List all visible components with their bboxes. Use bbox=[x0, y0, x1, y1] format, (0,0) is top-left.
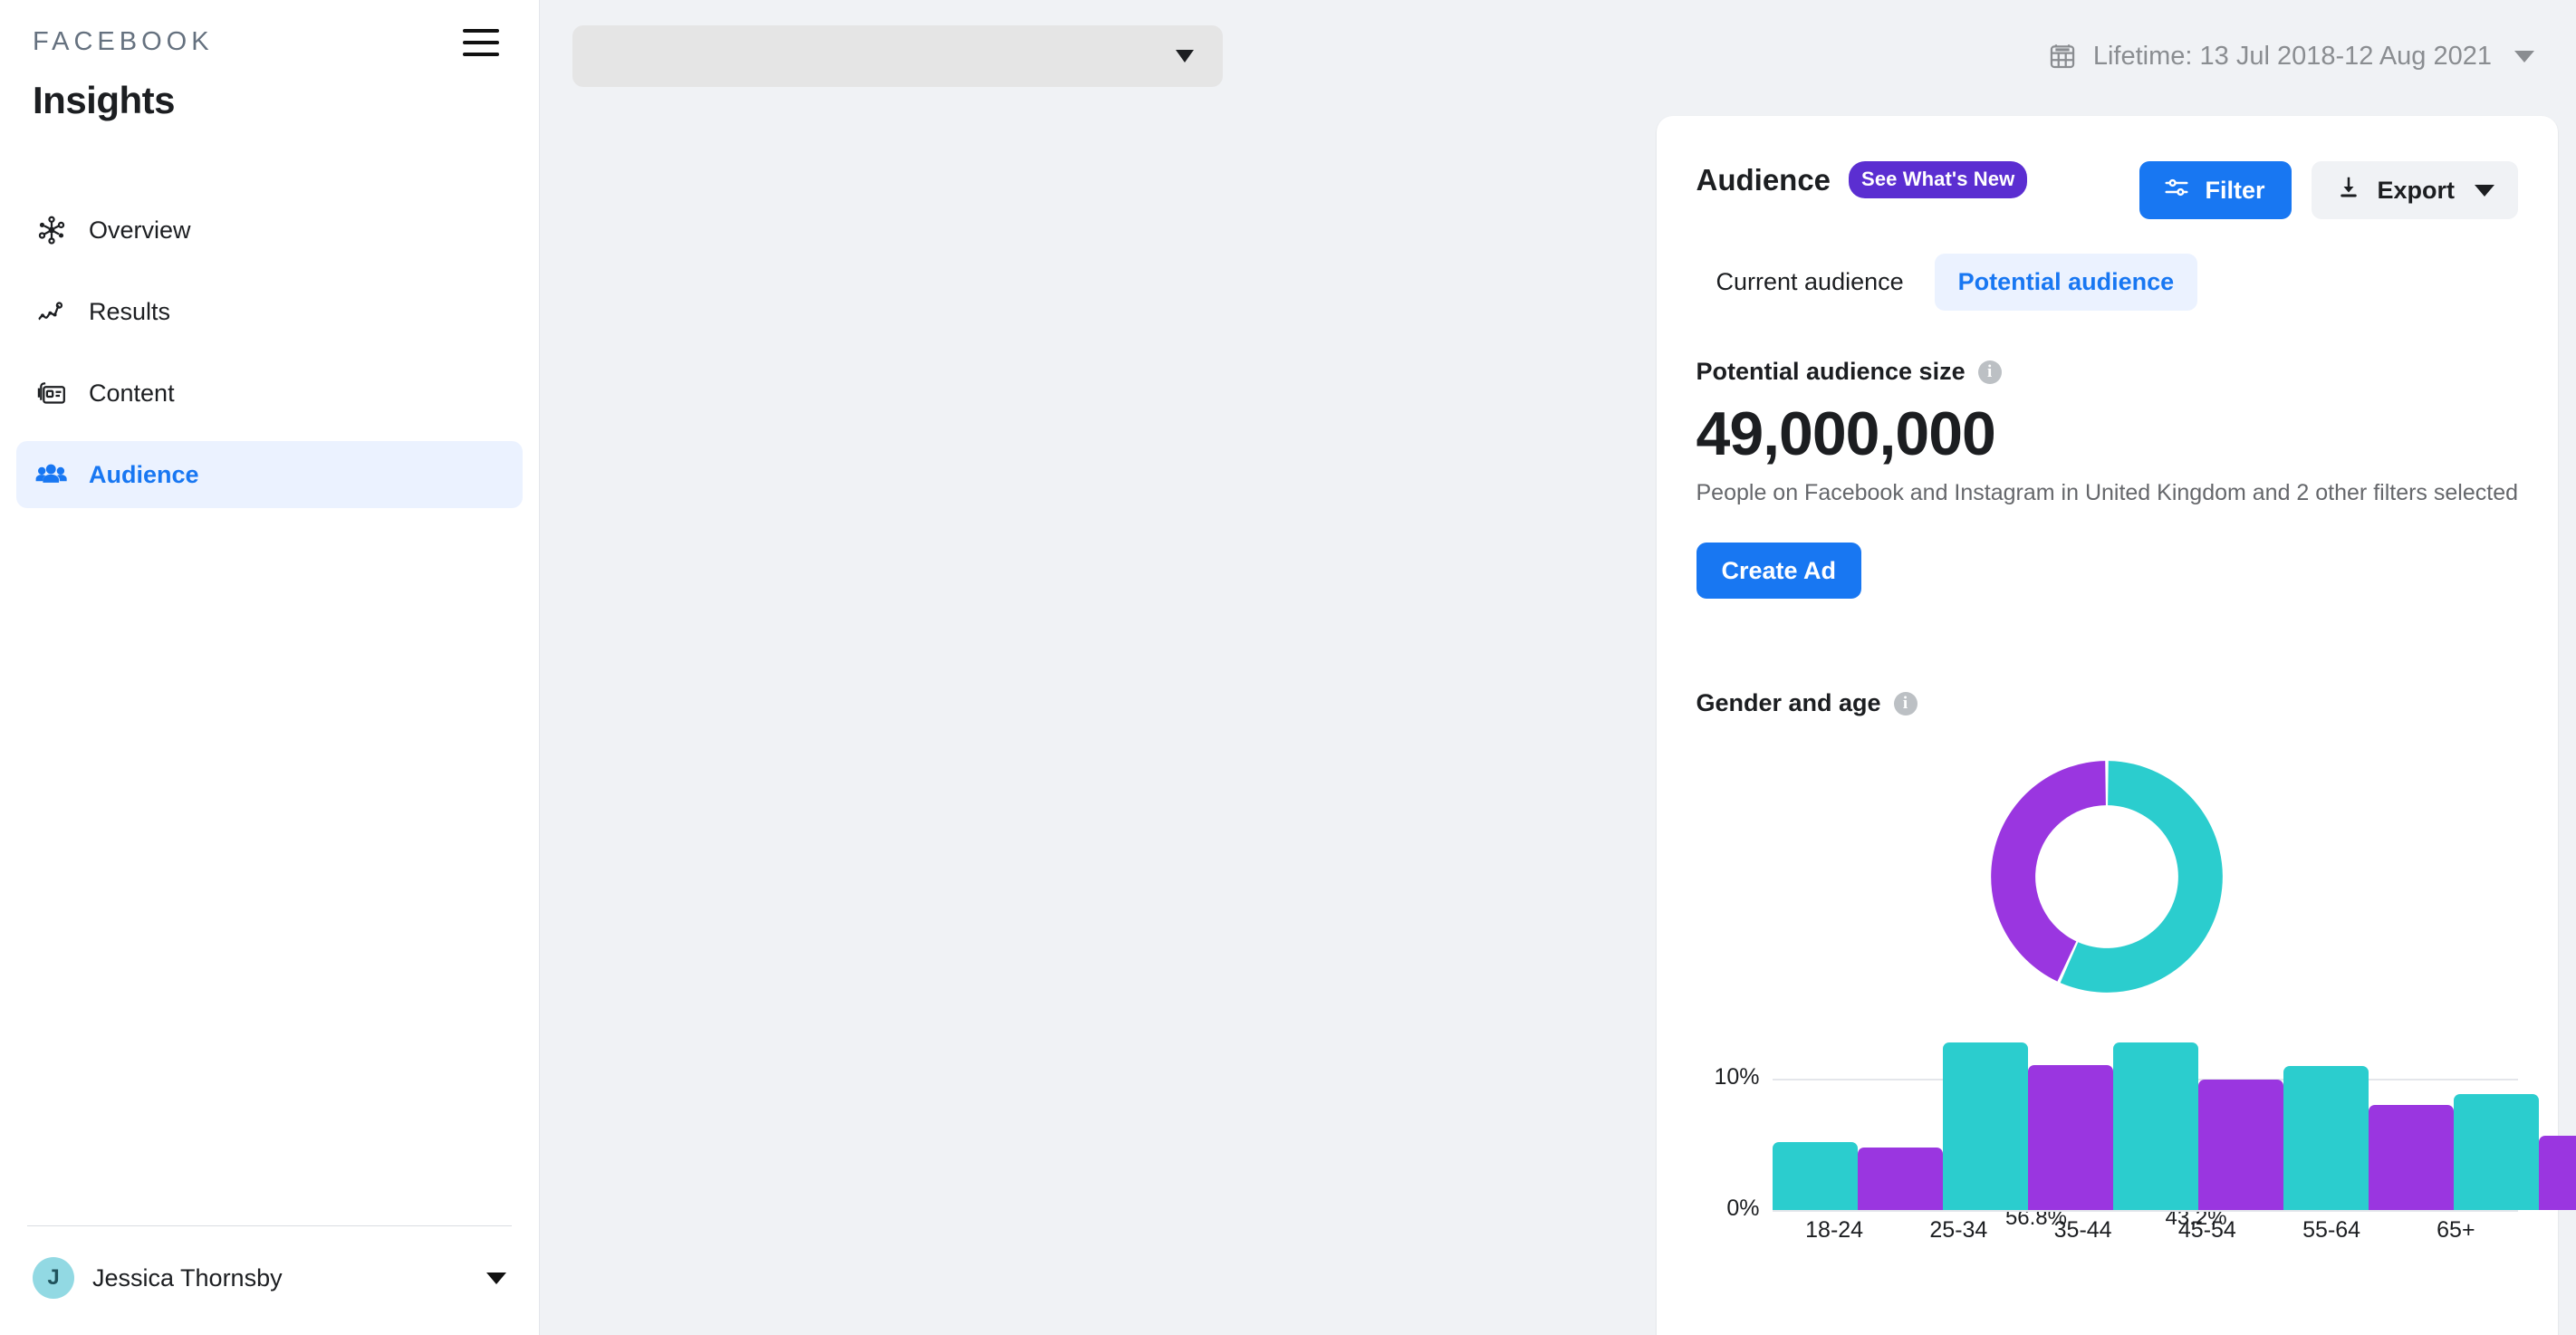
potential-audience-size-section: Potential audience size i 49,000,000 Peo… bbox=[1657, 311, 2559, 599]
chevron-down-icon bbox=[2475, 184, 2494, 197]
info-icon[interactable]: i bbox=[1893, 691, 1918, 716]
line-chart-icon bbox=[34, 294, 69, 329]
gender-and-age-section: Gender and age i 10% 0% 18-24 25-34 35-4… bbox=[1657, 599, 2576, 1243]
export-label: Export bbox=[2377, 176, 2455, 204]
sidebar-brand-row: FACEBOOK bbox=[33, 27, 506, 57]
x-axis-label-45-54: 45-54 bbox=[2177, 1217, 2236, 1243]
calendar-icon bbox=[2047, 41, 2078, 72]
bar-men-45-54[interactable] bbox=[2368, 1104, 2454, 1210]
audience-size-label: Potential audience size bbox=[1696, 358, 1966, 385]
filter-button[interactable]: Filter bbox=[2139, 161, 2292, 219]
bar-women-25-34[interactable] bbox=[1942, 1042, 2028, 1210]
age-bar-chart: 10% 0% 18-24 25-34 35-44 45-54 55-64 65+ bbox=[1697, 1025, 2576, 1243]
x-axis-label-25-34: 25-34 bbox=[1929, 1217, 1988, 1243]
sidebar-nav: Overview Results Content Audience bbox=[0, 197, 539, 523]
card-title: Audience bbox=[1696, 162, 1831, 197]
bar-men-35-44[interactable] bbox=[2197, 1079, 2283, 1210]
sidebar-item-results[interactable]: Results bbox=[16, 278, 523, 345]
bar-group-25-34 bbox=[1942, 1025, 2113, 1210]
info-icon[interactable]: i bbox=[1977, 360, 2002, 384]
y-axis-tick-0: 0% bbox=[1726, 1196, 1760, 1221]
cards-icon bbox=[34, 376, 69, 410]
people-icon bbox=[34, 457, 69, 492]
page-select-dropdown[interactable] bbox=[572, 25, 1223, 87]
bar-men-55-64[interactable] bbox=[2538, 1135, 2576, 1210]
tab-potential-audience[interactable]: Potential audience bbox=[1934, 254, 2198, 311]
bar-men-18-24[interactable] bbox=[1857, 1147, 1943, 1210]
x-axis-label-65+: 65+ bbox=[2437, 1217, 2475, 1243]
gender-age-label: Gender and age bbox=[1696, 689, 1881, 716]
filter-icon bbox=[2163, 174, 2190, 207]
gender-age-charts: 10% 0% 18-24 25-34 35-44 45-54 55-64 65+ bbox=[1697, 754, 2576, 1243]
gender-donut-chart bbox=[1697, 754, 2519, 1000]
topbar: Lifetime: 13 Jul 2018-12 Aug 2021 bbox=[540, 0, 2576, 112]
audience-card: Audience See What's New Filter Export Cu… bbox=[1656, 116, 2576, 1335]
card-header-actions: Filter Export bbox=[2139, 161, 2518, 219]
bar-group-55-64 bbox=[2453, 1025, 2576, 1210]
sidebar-item-audience[interactable]: Audience bbox=[16, 441, 523, 508]
app-root: FACEBOOK Insights Overview Results Conte… bbox=[0, 0, 2576, 1335]
audience-size-value: 49,000,000 bbox=[1696, 399, 1996, 468]
date-range-label: Lifetime: 13 Jul 2018-12 Aug 2021 bbox=[2092, 41, 2492, 71]
bar-men-25-34[interactable] bbox=[2027, 1064, 2113, 1210]
create-ad-button[interactable]: Create Ad bbox=[1696, 543, 1862, 599]
page-title: Insights bbox=[33, 79, 176, 121]
x-axis-label-35-44: 35-44 bbox=[2053, 1217, 2112, 1243]
avatar: J bbox=[33, 1257, 74, 1299]
audience-size-label-row: Potential audience size i bbox=[1697, 358, 2519, 386]
network-nodes-icon bbox=[34, 213, 69, 247]
sidebar-item-overview[interactable]: Overview bbox=[16, 197, 523, 264]
audience-size-note: People on Facebook and Instagram in Unit… bbox=[1696, 480, 2519, 505]
bar-women-55-64[interactable] bbox=[2453, 1094, 2539, 1210]
chevron-down-icon bbox=[1176, 50, 1194, 62]
sidebar-header: FACEBOOK Insights bbox=[0, 0, 539, 122]
see-whats-new-badge[interactable]: See What's New bbox=[1849, 161, 2028, 198]
user-name: Jessica Thornsby bbox=[92, 1263, 283, 1292]
main-content: Lifetime: 13 Jul 2018-12 Aug 2021 Audien… bbox=[540, 0, 2576, 1335]
tab-current-audience[interactable]: Current audience bbox=[1693, 254, 1927, 311]
facebook-wordmark: FACEBOOK bbox=[33, 27, 214, 56]
audience-tabs: Current audience Potential audience bbox=[1657, 219, 2559, 311]
sidebar-item-label: Results bbox=[89, 297, 171, 325]
x-axis-label-18-24: 18-24 bbox=[1805, 1217, 1864, 1243]
bar-groups bbox=[1772, 1025, 2576, 1210]
date-range-selector[interactable]: Lifetime: 13 Jul 2018-12 Aug 2021 bbox=[2047, 41, 2542, 72]
sidebar: FACEBOOK Insights Overview Results Conte… bbox=[0, 0, 540, 1335]
sidebar-item-label: Content bbox=[89, 379, 175, 407]
user-account-menu[interactable]: J Jessica Thornsby bbox=[27, 1257, 512, 1299]
filter-label: Filter bbox=[2205, 176, 2265, 204]
gridline-0 bbox=[1772, 1210, 2518, 1212]
chevron-down-icon[interactable] bbox=[486, 1272, 506, 1284]
bar-women-18-24[interactable] bbox=[1772, 1141, 1858, 1210]
sidebar-divider bbox=[27, 1225, 512, 1226]
sidebar-footer: J Jessica Thornsby bbox=[0, 1225, 539, 1335]
y-axis-tick-10: 10% bbox=[1714, 1063, 1760, 1090]
card-header: Audience See What's New Filter Export bbox=[1657, 116, 2559, 219]
card-title-group: Audience See What's New bbox=[1697, 161, 2028, 198]
sidebar-item-label: Overview bbox=[89, 216, 191, 244]
donut-svg bbox=[1991, 761, 2224, 993]
sidebar-item-content[interactable]: Content bbox=[16, 360, 523, 427]
download-icon bbox=[2335, 174, 2362, 207]
sidebar-item-label: Audience bbox=[89, 460, 199, 488]
bar-group-18-24 bbox=[1772, 1025, 1943, 1210]
gender-age-label-row: Gender and age i bbox=[1697, 689, 2519, 717]
chevron-down-icon bbox=[2514, 50, 2534, 62]
export-button[interactable]: Export bbox=[2312, 161, 2518, 219]
bar-group-45-54 bbox=[2283, 1025, 2454, 1210]
bar-group-35-44 bbox=[2112, 1025, 2283, 1210]
bar-women-35-44[interactable] bbox=[2112, 1042, 2198, 1210]
x-axis-label-55-64: 55-64 bbox=[2302, 1217, 2361, 1243]
x-axis-labels: 18-24 25-34 35-44 45-54 55-64 65+ bbox=[1773, 1217, 2519, 1244]
bar-women-45-54[interactable] bbox=[2283, 1066, 2369, 1210]
hamburger-menu-icon[interactable] bbox=[463, 28, 499, 56]
